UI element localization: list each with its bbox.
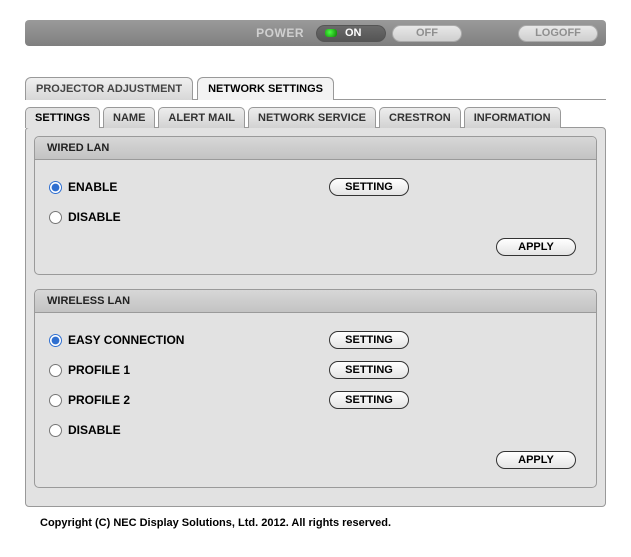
settings-panel: WIRED LAN ENABLE SETTING DISABLE [25,127,606,507]
wireless-profile2-label: PROFILE 2 [68,393,130,407]
power-label: POWER [256,26,304,40]
wireless-profile1-setting-button[interactable]: SETTING [329,361,409,379]
power-bar: POWER ON OFF LOGOFF [25,20,606,46]
tab-network-settings[interactable]: NETWORK SETTINGS [197,77,334,100]
logoff-button[interactable]: LOGOFF [518,25,598,42]
wireless-easy-label: EASY CONNECTION [68,333,184,347]
wireless-lan-group: WIRELESS LAN EASY CONNECTION SETTING PRO… [34,289,597,488]
power-led-icon [325,29,337,37]
wireless-easy-radio[interactable] [49,334,62,347]
subtab-network-service[interactable]: NETWORK SERVICE [248,107,376,128]
wireless-profile1-option[interactable]: PROFILE 1 [49,363,329,377]
wired-apply-button[interactable]: APPLY [496,238,576,256]
wireless-easy-setting-button[interactable]: SETTING [329,331,409,349]
power-on-label: ON [345,27,362,39]
wireless-lan-title: WIRELESS LAN [35,290,596,313]
wireless-profile2-option[interactable]: PROFILE 2 [49,393,329,407]
tab-projector-adjustment[interactable]: PROJECTOR ADJUSTMENT [25,77,193,100]
wireless-profile2-setting-button[interactable]: SETTING [329,391,409,409]
wireless-disable-option[interactable]: DISABLE [49,423,329,437]
power-on-button[interactable]: ON [316,25,386,42]
wired-lan-group: WIRED LAN ENABLE SETTING DISABLE [34,136,597,275]
subtab-settings[interactable]: SETTINGS [25,107,100,128]
subtab-information[interactable]: INFORMATION [464,107,561,128]
wireless-disable-label: DISABLE [68,423,121,437]
wireless-profile2-radio[interactable] [49,394,62,407]
wireless-disable-radio[interactable] [49,424,62,437]
power-off-label: OFF [416,27,438,39]
wireless-profile1-label: PROFILE 1 [68,363,130,377]
subtab-name[interactable]: NAME [103,107,155,128]
subtab-alert-mail[interactable]: ALERT MAIL [158,107,245,128]
wired-disable-radio[interactable] [49,211,62,224]
copyright-footer: Copyright (C) NEC Display Solutions, Ltd… [40,517,606,529]
wired-enable-option[interactable]: ENABLE [49,180,329,194]
wireless-apply-button[interactable]: APPLY [496,451,576,469]
wireless-easy-option[interactable]: EASY CONNECTION [49,333,329,347]
wired-disable-option[interactable]: DISABLE [49,210,329,224]
subtab-crestron[interactable]: CRESTRON [379,107,461,128]
wired-enable-setting-button[interactable]: SETTING [329,178,409,196]
wired-lan-title: WIRED LAN [35,137,596,160]
logoff-label: LOGOFF [535,27,581,39]
wired-disable-label: DISABLE [68,210,121,224]
wireless-profile1-radio[interactable] [49,364,62,377]
wired-enable-label: ENABLE [68,180,117,194]
wired-enable-radio[interactable] [49,181,62,194]
power-off-button[interactable]: OFF [392,25,462,42]
